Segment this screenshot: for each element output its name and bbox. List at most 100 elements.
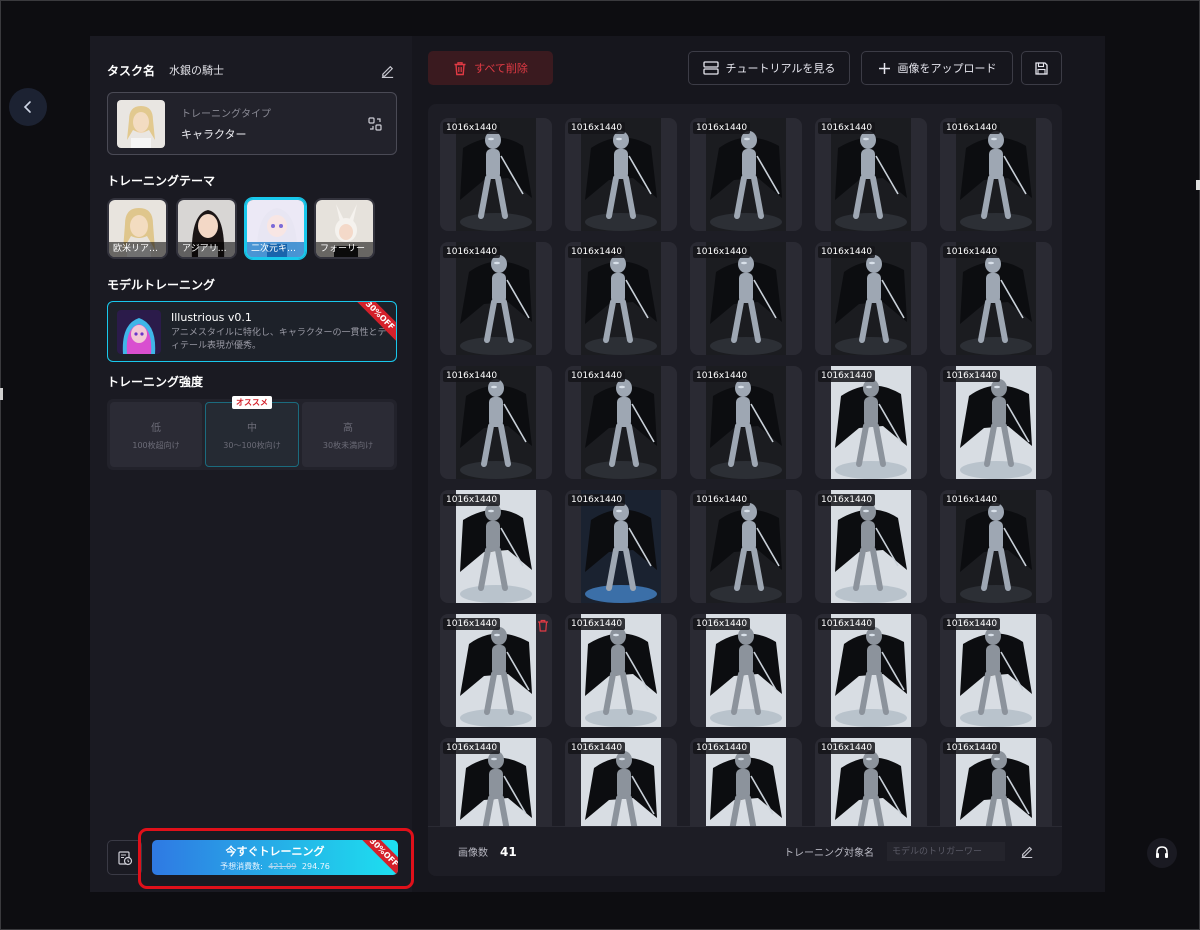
training-type-value: キャラクター [181, 128, 247, 141]
history-button[interactable] [107, 840, 142, 875]
cost-original: 421.09 [268, 862, 297, 871]
strength-option-2[interactable]: オススメ中 30～100枚向け [205, 396, 299, 467]
gallery-image-tile[interactable]: 1016x1440 [940, 614, 1052, 727]
model-description: アニメスタイルに特化し、キャラクターの一貫性とディテール表現が優秀。 [171, 327, 387, 351]
image-size-badge: 1016x1440 [693, 618, 751, 630]
theme-option-label: フォーリー [316, 242, 373, 257]
plus-icon [878, 62, 890, 74]
model-thumbnail [117, 309, 161, 354]
gallery-image-tile[interactable]: 1016x1440 [440, 242, 552, 355]
delete-image-icon[interactable] [537, 619, 549, 632]
image-size-badge: 1016x1440 [568, 122, 626, 134]
delete-all-label: すべて削除 [474, 62, 528, 75]
image-size-badge: 1016x1440 [943, 742, 1001, 754]
gallery-image-tile[interactable]: 1016x1440 [690, 366, 802, 479]
theme-option-3[interactable]: 二次元キ… [245, 198, 306, 259]
upload-image-label: 画像をアップロード [897, 62, 997, 75]
gallery-image-tile[interactable]: 1016x1440 [565, 366, 677, 479]
settings-panel: タスク名 水銀の騎士 トレーニングタイプ キャラクター トレーニングテーマ 欧米… [90, 36, 414, 892]
cost-label: 予想消費数: [220, 862, 263, 871]
delete-all-button[interactable]: すべて削除 [428, 51, 553, 85]
gallery-image-tile[interactable]: 1016x1440 [940, 118, 1052, 231]
theme-section-title: トレーニングテーマ [107, 174, 216, 188]
gallery-image-tile[interactable]: 1016x1440 [815, 118, 927, 231]
image-size-badge: 1016x1440 [943, 494, 1001, 506]
chevron-left-icon [23, 101, 31, 113]
image-size-badge: 1016x1440 [693, 246, 751, 258]
edge-mark [0, 388, 3, 400]
knight-image [456, 242, 536, 355]
gallery-image-tile[interactable]: 1016x1440 [690, 614, 802, 727]
gallery-image-tile[interactable]: 1016x1440 [565, 490, 677, 603]
knight-image [581, 118, 661, 231]
strength-option-3[interactable]: 高 30枚未満向け [302, 402, 394, 467]
switch-type-button[interactable] [366, 115, 384, 133]
knight-image [456, 366, 536, 479]
support-button[interactable] [1147, 838, 1177, 868]
strength-section-title: トレーニング強度 [107, 375, 204, 389]
gallery-image-tile[interactable]: 1016x1440 [940, 366, 1052, 479]
knight-image [581, 366, 661, 479]
strength-level: 中 [247, 422, 257, 434]
gallery-image-tile[interactable]: 1016x1440 [815, 614, 927, 727]
trigger-word-input[interactable] [887, 842, 1005, 861]
gallery-image-tile[interactable]: 1016x1440 [440, 366, 552, 479]
upload-image-button[interactable]: 画像をアップロード [861, 51, 1013, 85]
theme-option-2[interactable]: アジアリ… [176, 198, 237, 259]
gallery-image-tile[interactable]: 1016x1440 [815, 490, 927, 603]
image-size-badge: 1016x1440 [568, 494, 626, 506]
gallery-image-tile[interactable]: 1016x1440 [565, 242, 677, 355]
knight-image [706, 118, 786, 231]
gallery-image-tile[interactable]: 1016x1440 [815, 242, 927, 355]
knight-image [456, 614, 536, 727]
theme-option-1[interactable]: 欧米リア… [107, 198, 168, 259]
gallery-image-tile[interactable]: 1016x1440 [815, 366, 927, 479]
image-size-badge: 1016x1440 [443, 370, 501, 382]
model-card[interactable]: Illustrious v0.1 アニメスタイルに特化し、キャラクターの一貫性と… [107, 301, 397, 362]
headset-icon [1156, 846, 1168, 858]
tutorial-icon [702, 61, 719, 75]
knight-image [831, 242, 911, 355]
edit-trigger-button[interactable] [1018, 842, 1036, 860]
training-cost: 予想消費数: 421.09 294.76 [220, 861, 330, 872]
knight-image [956, 118, 1036, 231]
knight-image [581, 242, 661, 355]
edit-task-name-button[interactable] [377, 60, 397, 80]
gallery-image-tile[interactable]: 1016x1440 [940, 242, 1052, 355]
image-size-badge: 1016x1440 [943, 618, 1001, 630]
tutorial-label: チュートリアルを見る [725, 62, 836, 75]
strength-option-1[interactable]: 低 100枚超向け [110, 402, 202, 467]
tutorial-button[interactable]: チュートリアルを見る [688, 51, 850, 85]
gallery-image-tile[interactable]: 1016x1440 [565, 118, 677, 231]
gallery-image-tile[interactable]: 1016x1440 [690, 242, 802, 355]
training-target-label: トレーニング対象名 [784, 848, 874, 859]
gallery-image-tile[interactable]: 1016x1440 [690, 490, 802, 603]
back-button[interactable] [9, 88, 47, 126]
gallery-image-tile[interactable]: 1016x1440 [440, 490, 552, 603]
theme-option-4[interactable]: フォーリー [314, 198, 375, 259]
discount-ribbon: 30%OFF [353, 840, 398, 875]
gallery-image-tile[interactable]: 1016x1440 [565, 614, 677, 727]
gallery-image-tile[interactable]: 1016x1440 [440, 118, 552, 231]
image-size-badge: 1016x1440 [443, 618, 501, 630]
gallery-image-tile[interactable]: 1016x1440 [940, 490, 1052, 603]
image-size-badge: 1016x1440 [818, 246, 876, 258]
theme-selector: 欧米リア… アジアリ… 二次元キ… フォーリー [107, 198, 397, 260]
training-type-card[interactable]: トレーニングタイプ キャラクター [107, 92, 397, 155]
knight-image [956, 490, 1036, 603]
gallery-footer: 画像数 41 トレーニング対象名 [428, 826, 1062, 876]
image-size-badge: 1016x1440 [943, 370, 1001, 382]
gallery-image-tile[interactable]: 1016x1440 [440, 614, 552, 727]
strength-level: 高 [343, 422, 353, 434]
image-size-badge: 1016x1440 [818, 370, 876, 382]
image-size-badge: 1016x1440 [943, 246, 1001, 258]
gallery-image-tile[interactable]: 1016x1440 [690, 118, 802, 231]
start-training-button[interactable]: 今すぐトレーニング 予想消費数: 421.09 294.76 30%OFF [152, 840, 398, 875]
image-count-label: 画像数 [458, 848, 488, 859]
save-button[interactable] [1021, 51, 1062, 85]
image-size-badge: 1016x1440 [818, 494, 876, 506]
training-type-label: トレーニングタイプ [181, 109, 271, 120]
pencil-icon [381, 65, 393, 78]
theme-option-label: 欧米リア… [109, 242, 166, 257]
image-size-badge: 1016x1440 [568, 246, 626, 258]
